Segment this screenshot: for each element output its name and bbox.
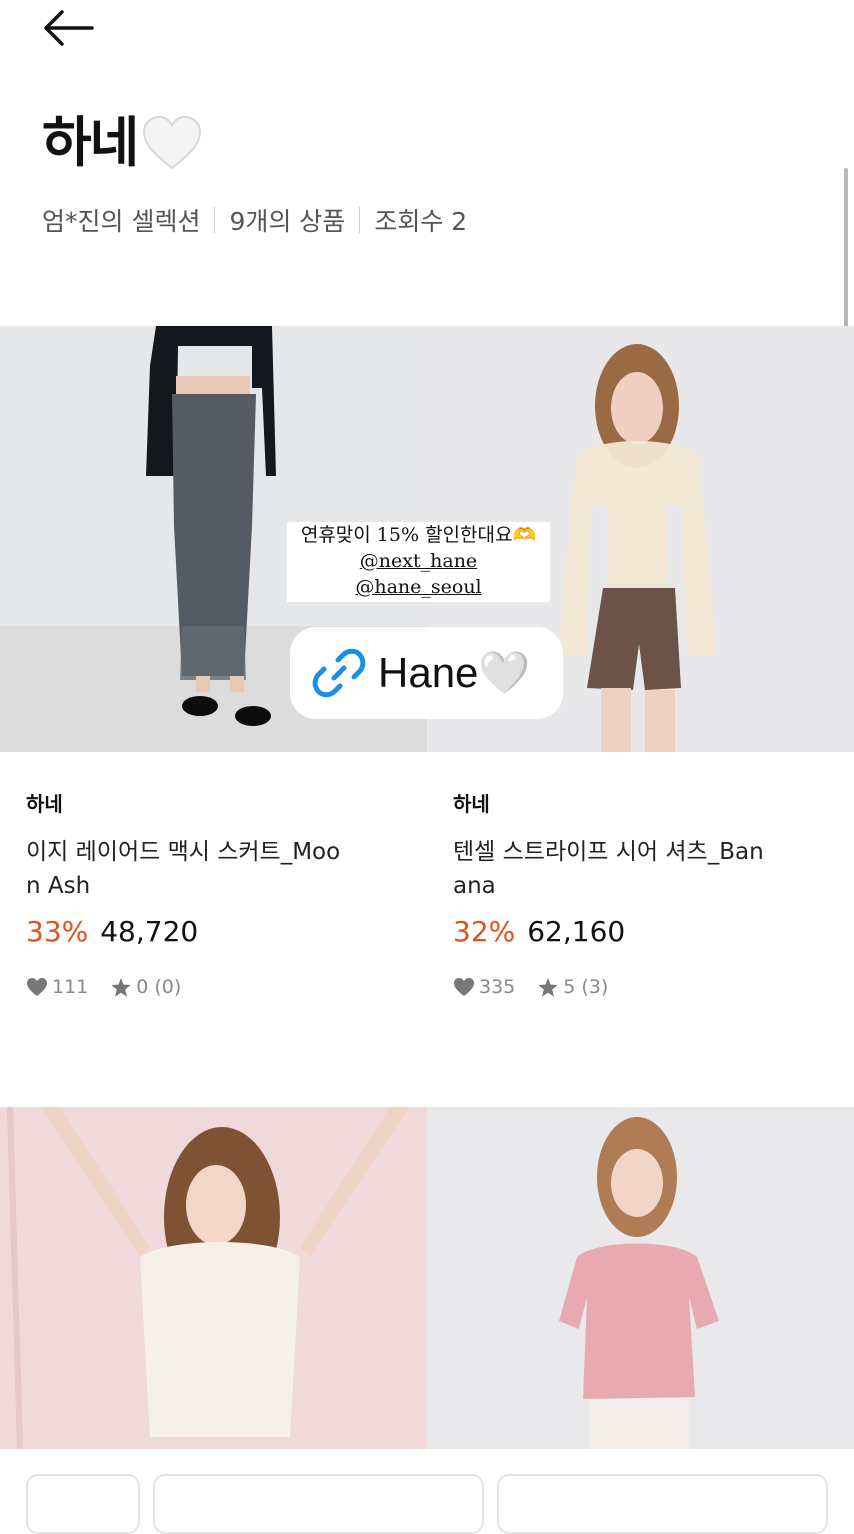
product-stats: 335 5 (3) (453, 976, 853, 998)
product-brand: 하네 (453, 792, 490, 816)
product-card[interactable]: 하네 텐셀 스트라이프 시어 셔츠_Banana 32% 62,160 335 … (453, 788, 853, 998)
product-brand: 하네 (26, 792, 63, 816)
product-image-pink-top[interactable] (427, 1107, 854, 1449)
back-button[interactable] (38, 6, 98, 50)
page-title-row: 하네 (42, 110, 203, 176)
bottom-action-button[interactable] (26, 1474, 140, 1534)
heart-icon[interactable] (26, 977, 48, 997)
link-icon (312, 648, 366, 698)
product-name[interactable]: 텐셀 스트라이프 시어 셔츠_Banana (453, 835, 773, 903)
bottom-action-button[interactable] (497, 1474, 828, 1534)
product-card[interactable]: 하네 이지 레이어드 맥시 스커트_Moon Ash 33% 48,720 11… (26, 788, 426, 998)
brand-link-button[interactable]: Hane🤍 (290, 627, 563, 719)
bottom-action-button[interactable] (153, 1474, 484, 1534)
product-price: 62,160 (527, 915, 626, 948)
brand-link-label: Hane🤍 (378, 648, 531, 696)
heart-icon[interactable] (453, 977, 475, 997)
instagram-link[interactable]: @hane_seoul (287, 574, 550, 600)
product-price: 48,720 (100, 915, 199, 948)
divider (359, 207, 361, 233)
product-count: 9개의 상품 (229, 207, 346, 236)
divider (214, 207, 216, 233)
star-icon (111, 977, 131, 997)
star-icon (538, 977, 558, 997)
discount-rate: 32% (453, 915, 516, 948)
like-count: 111 (52, 976, 89, 998)
arrow-left-icon (44, 10, 94, 46)
curator-label: 엄*진의 셀렉션 (42, 207, 201, 236)
product-stats: 111 0 (0) (26, 976, 426, 998)
product-image-white-top[interactable] (0, 1107, 427, 1449)
view-count: 조회수 2 (374, 207, 468, 236)
collection-meta: 엄*진의 셀렉션 9개의 상품 조회수 2 (42, 202, 467, 238)
promo-text-box: 연휴맞이 15% 할인한대요🫶 @next_hane @hane_seoul (287, 522, 550, 602)
product-name[interactable]: 이지 레이어드 맥시 스커트_Moon Ash (26, 835, 346, 903)
discount-rate: 33% (26, 915, 89, 948)
price-row: 33% 48,720 (26, 915, 426, 948)
like-count: 335 (479, 976, 516, 998)
page-title: 하네 (42, 111, 139, 174)
price-row: 32% 62,160 (453, 915, 853, 948)
white-heart-icon (143, 115, 202, 170)
rating: 0 (0) (136, 976, 182, 998)
product-image-row (0, 1107, 854, 1449)
rating: 5 (3) (563, 976, 609, 998)
instagram-link[interactable]: @next_hane (287, 548, 550, 574)
promo-line: 연휴맞이 15% 할인한대요🫶 (300, 524, 537, 546)
